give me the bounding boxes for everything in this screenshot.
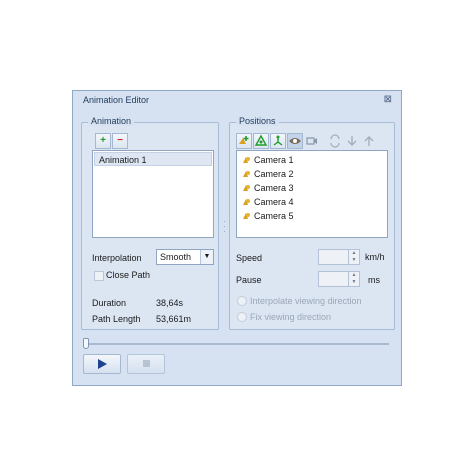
animation-list[interactable]: Animation 1 [92,150,214,238]
duration-value: 38,64s [156,298,184,308]
camera-list-item[interactable]: Camera 2 [238,167,386,181]
camera-down-button[interactable] [270,133,286,149]
camera-list[interactable]: Camera 1 Camera 2 Camera 3 Camera 4 Came… [236,150,388,238]
add-camera-icon [239,136,249,144]
speed-unit: km/h [365,252,385,262]
pause-unit: ms [368,275,380,285]
pause-stepper-icon[interactable]: ▲ ▼ [348,272,359,286]
camera-label: Camera 4 [254,197,294,207]
camera-icon [243,213,250,219]
fix-direction-label: Fix viewing direction [250,312,332,322]
window-title: Animation Editor [83,95,150,105]
remove-icon: − [117,135,123,146]
speed-stepper-icon[interactable]: ▲ ▼ [348,250,359,264]
add-camera-button[interactable] [236,133,252,149]
camera-label: Camera 1 [254,155,294,165]
camera-label: Camera 3 [254,183,294,193]
timeline-slider-thumb[interactable] [83,338,89,349]
view-camera-button[interactable] [287,133,303,149]
move-up-camera-icon [254,134,268,146]
fix-direction-radio[interactable] [237,312,247,322]
edit-camera-icon [306,137,317,145]
eye-icon [289,138,301,144]
timeline-track[interactable] [85,343,389,345]
play-icon [98,359,107,369]
stop-icon [143,360,150,367]
camera-list-item[interactable]: Camera 4 [238,195,386,209]
refresh-icon [330,134,340,148]
add-icon: + [100,135,106,146]
interpolation-value: Smooth [160,252,192,262]
remove-animation-button[interactable]: − [112,133,128,149]
splitter-handle[interactable]: · · · [223,218,226,236]
camera-icon [243,157,250,163]
speed-label: Speed [236,253,263,263]
camera-list-item[interactable]: Camera 5 [238,209,386,223]
close-path-label: Close Path [106,270,151,280]
camera-list-item[interactable]: Camera 3 [238,181,386,195]
animation-list-item[interactable]: Animation 1 [94,152,212,166]
camera-label: Camera 2 [254,169,294,179]
refresh-button[interactable] [327,133,343,149]
speed-input[interactable]: ▲ ▼ [318,249,360,265]
play-button[interactable] [83,354,121,374]
interpolate-direction-radio[interactable] [237,296,247,306]
add-animation-button[interactable]: + [95,133,111,149]
camera-icon [243,185,250,191]
duration-label: Duration [92,298,127,308]
move-up-button[interactable] [361,133,377,149]
pause-input[interactable]: ▲ ▼ [318,271,360,287]
interpolate-direction-label: Interpolate viewing direction [250,296,362,306]
interpolation-select[interactable]: Smooth ▼ [156,249,214,265]
camera-list-item[interactable]: Camera 1 [238,153,386,167]
camera-icon [243,171,250,177]
positions-group: Positions Camera 1 Camera 2 Camera 3 Cam… [229,116,395,330]
camera-label: Camera 5 [254,211,294,221]
animation-group-title: Animation [88,116,135,126]
edit-camera-button[interactable] [304,133,320,149]
pause-label: Pause [236,275,262,285]
arrow-up-icon [364,136,374,146]
animation-item-label: Animation 1 [99,155,147,165]
camera-icon [243,199,250,205]
interpolation-label: Interpolation [92,253,142,263]
close-icon[interactable]: ⊠ [384,94,392,105]
move-down-camera-icon [273,135,283,146]
title-bar: Animation Editor ⊠ [73,91,401,109]
arrow-down-icon [347,136,357,146]
animation-group: Animation + − Animation 1 Interpolation … [81,116,219,330]
close-path-checkbox[interactable] [94,271,104,281]
positions-group-title: Positions [236,116,279,126]
path-length-value: 53,661m [156,314,192,324]
chevron-down-icon[interactable]: ▼ [200,250,213,264]
animation-editor-window: Animation Editor ⊠ Animation + − Animati… [72,90,402,386]
stop-button[interactable] [127,354,165,374]
path-length-label: Path Length [92,314,141,324]
camera-up-button[interactable] [253,133,269,149]
move-down-button[interactable] [344,133,360,149]
